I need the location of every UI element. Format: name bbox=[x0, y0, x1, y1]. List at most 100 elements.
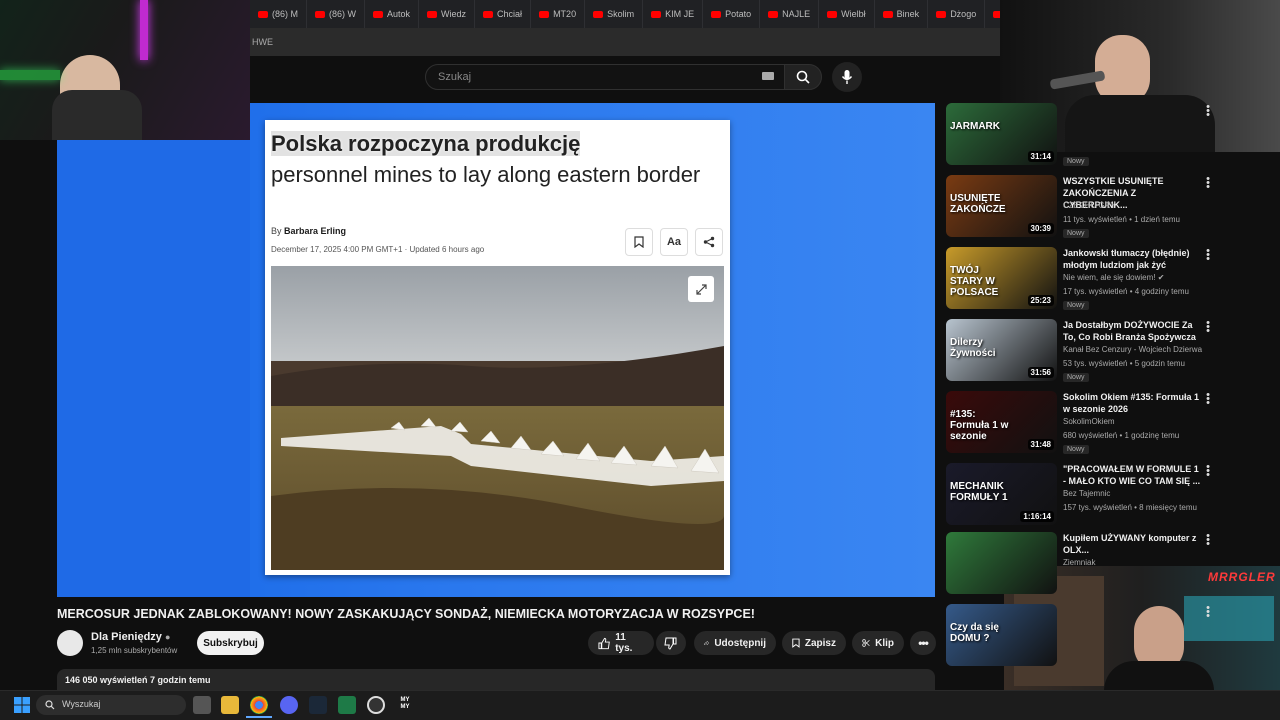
thumbnail-text: Czy da się DOMU ? bbox=[950, 622, 999, 644]
channel-name[interactable]: Dla Pieniędzy ● bbox=[91, 631, 170, 643]
recommended-video[interactable]: TWÓJ STARY W POLSACE 25:23 Jankowski tłuma… bbox=[946, 246, 1266, 315]
recommended-video-channel[interactable]: Ziemniak bbox=[1063, 558, 1095, 567]
video-thumbnail[interactable] bbox=[946, 532, 1057, 594]
keyboard-icon[interactable] bbox=[762, 72, 774, 80]
browser-tab[interactable]: Dżogo bbox=[928, 0, 986, 28]
recommended-video[interactable]: Kupiłem UŻYWANY komputer z OLX... Ziemnia… bbox=[946, 531, 1266, 600]
video-thumbnail[interactable]: JARMARK 31:14 bbox=[946, 103, 1057, 165]
browser-tab-bar: (86) M (86) W Autok Wiedz Chciał MT20 Skolim KI… bbox=[250, 0, 1000, 28]
description-box[interactable]: 146 050 wyświetleń 7 godzin temu bbox=[57, 669, 935, 691]
browser-tab[interactable]: Potato bbox=[703, 0, 761, 28]
recommended-video-title[interactable]: Sokolim Okiem #135: Formuła 1 w sezonie … bbox=[1063, 391, 1203, 415]
share-button[interactable]: Udostępnij bbox=[694, 631, 776, 655]
video-duration: 1:16:14 bbox=[1020, 511, 1054, 522]
recommended-video[interactable]: JARMARK 31:14 Nowy • • • bbox=[946, 102, 1266, 171]
browser-tab[interactable]: GL bbox=[985, 0, 1000, 28]
recommended-video-title[interactable]: Jankowski tłumaczy (błędnie) młodym ludz… bbox=[1063, 247, 1203, 271]
article-byline: By Barbara Erling bbox=[271, 226, 346, 236]
recommended-video-meta: 53 tys. wyświetleń • 5 godzin temu bbox=[1063, 359, 1185, 368]
more-vertical-icon[interactable]: • • • bbox=[1204, 531, 1212, 550]
browser-tab[interactable]: (86) M bbox=[250, 0, 308, 28]
voice-search-button[interactable] bbox=[832, 62, 862, 92]
recommended-video-title[interactable]: "PRACOWAŁEM W FORMULE 1 - MAŁO KTO WIE C… bbox=[1063, 463, 1203, 487]
browser-tab[interactable]: (86) W bbox=[307, 0, 366, 28]
share-article-button[interactable] bbox=[695, 228, 723, 256]
clip-button[interactable]: Klip bbox=[852, 631, 904, 655]
app-my-icon[interactable]: MY MY bbox=[396, 697, 414, 713]
video-thumbnail[interactable]: Czy da się DOMU ? bbox=[946, 604, 1057, 666]
dislike-button[interactable] bbox=[656, 631, 686, 655]
more-vertical-icon[interactable]: • • • bbox=[1204, 174, 1212, 193]
discord-icon[interactable] bbox=[280, 696, 298, 714]
browser-tab[interactable]: Autok bbox=[365, 0, 420, 28]
video-thumbnail[interactable]: TWÓJ STARY W POLSACE 25:23 bbox=[946, 247, 1057, 309]
font-size-button[interactable]: Aa bbox=[660, 228, 688, 256]
obs-icon[interactable] bbox=[367, 696, 385, 714]
more-vertical-icon[interactable]: • • • bbox=[1204, 603, 1212, 622]
taskbar-search[interactable]: Wyszukaj bbox=[36, 695, 186, 715]
bookmark-button[interactable] bbox=[625, 228, 653, 256]
more-vertical-icon[interactable]: • • • bbox=[1204, 462, 1212, 481]
file-explorer-icon[interactable] bbox=[221, 696, 239, 714]
like-button[interactable]: 11 tys. bbox=[588, 631, 654, 655]
views-and-time: 146 050 wyświetleń 7 godzin temu bbox=[65, 675, 211, 685]
thumbnail-text: MECHANIK FORMUŁY 1 bbox=[950, 481, 1008, 503]
recommended-video[interactable]: #135: Formuła 1 w sezonie 31:48 Sokolim Ok… bbox=[946, 390, 1266, 459]
steam-icon[interactable] bbox=[309, 696, 327, 714]
youtube-favicon-icon bbox=[258, 10, 268, 18]
browser-tab[interactable]: KIM JE bbox=[643, 0, 704, 28]
search-icon bbox=[796, 70, 810, 84]
video-thumbnail[interactable]: USUNIĘTE ZAKOŃCZE 30:39 bbox=[946, 175, 1057, 237]
browser-tab[interactable]: Skolim bbox=[585, 0, 644, 28]
more-vertical-icon[interactable]: • • • bbox=[1204, 246, 1212, 265]
browser-tab[interactable]: Chciał bbox=[475, 0, 532, 28]
scissors-icon bbox=[862, 639, 870, 647]
recommended-video[interactable]: Dilerzy Żywności 31:56 Ja Dostałbym DOŻYWO… bbox=[946, 318, 1266, 387]
subscriber-count: 1,25 mln subskrybentów bbox=[91, 646, 178, 655]
browser-tab[interactable]: Wiedz bbox=[419, 0, 476, 28]
browser-tab-label: Chciał bbox=[497, 9, 523, 19]
search-input[interactable]: Szukaj bbox=[425, 64, 785, 90]
video-thumbnail[interactable]: Dilerzy Żywności 31:56 bbox=[946, 319, 1057, 381]
subscribe-button[interactable]: Subskrybuj bbox=[197, 631, 264, 655]
windows-start-button[interactable] bbox=[13, 696, 31, 714]
recommended-video-channel[interactable]: CZECHU GRY bbox=[1063, 201, 1116, 210]
recommended-video-title[interactable]: Kupiłem UŻYWANY komputer z OLX... bbox=[1063, 532, 1203, 556]
recommended-video[interactable]: MECHANIK FORMUŁY 1 1:16:14 "PRACOWAŁEM W F… bbox=[946, 462, 1266, 531]
browser-tab[interactable]: Binek bbox=[875, 0, 929, 28]
browser-tab-label: KIM JE bbox=[665, 9, 695, 19]
save-button[interactable]: Zapisz bbox=[782, 631, 846, 655]
browser-tab[interactable]: Wielbł bbox=[819, 0, 875, 28]
recommended-video-title[interactable]: Ja Dostałbym DOŻYWOCIE Za To, Co Robi Br… bbox=[1063, 319, 1203, 343]
video-thumbnail[interactable]: MECHANIK FORMUŁY 1 1:16:14 bbox=[946, 463, 1057, 525]
recommended-video-channel[interactable]: Kanał Bez Cenzury - Wojciech Dzierwa bbox=[1063, 345, 1202, 354]
chrome-icon[interactable] bbox=[250, 696, 268, 714]
recommended-video-meta: 157 tys. wyświetleń • 8 miesięcy temu bbox=[1063, 503, 1197, 512]
person-body bbox=[52, 90, 142, 140]
search-button[interactable] bbox=[784, 64, 822, 90]
article-title-rest: personnel mines to lay along eastern bor… bbox=[271, 162, 701, 187]
browser-tab[interactable]: MT20 bbox=[531, 0, 586, 28]
recommended-video[interactable]: Czy da się DOMU ? • • • bbox=[946, 603, 1266, 672]
recommended-video-channel[interactable]: SokolimOkiem bbox=[1063, 417, 1115, 426]
more-actions-button[interactable]: ••• bbox=[910, 631, 936, 655]
excel-icon[interactable] bbox=[338, 696, 356, 714]
more-vertical-icon[interactable]: • • • bbox=[1204, 318, 1212, 337]
article-photo bbox=[271, 266, 724, 570]
recommended-video-channel[interactable]: Bez Tajemnic bbox=[1063, 489, 1110, 498]
browser-tab[interactable]: NAJLE bbox=[760, 0, 820, 28]
new-badge: Nowy bbox=[1063, 373, 1089, 382]
expand-image-button[interactable] bbox=[688, 276, 714, 302]
more-vertical-icon[interactable]: • • • bbox=[1204, 390, 1212, 409]
recommended-video-channel[interactable]: Nie wiem, ale się dowiem! ✔ bbox=[1063, 273, 1164, 282]
expand-icon bbox=[695, 283, 707, 295]
video-thumbnail[interactable]: #135: Formuła 1 w sezonie 31:48 bbox=[946, 391, 1057, 453]
youtube-favicon-icon bbox=[651, 10, 662, 18]
more-vertical-icon[interactable]: • • • bbox=[1204, 102, 1212, 121]
channel-avatar[interactable] bbox=[57, 630, 83, 656]
windows-taskbar bbox=[0, 690, 1280, 720]
task-view-icon[interactable] bbox=[193, 696, 211, 714]
address-bar[interactable]: HWE bbox=[250, 28, 1000, 56]
recommended-video[interactable]: USUNIĘTE ZAKOŃCZE 30:39 WSZYSTKIE USUNIĘTE… bbox=[946, 174, 1266, 243]
channel-name-text: Dla Pieniędzy bbox=[91, 631, 162, 643]
